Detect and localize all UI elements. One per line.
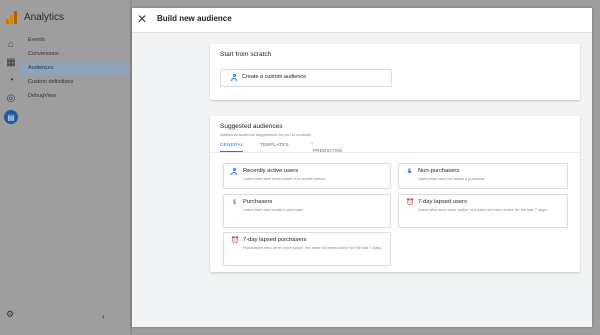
- suggestion-description: Users that have been active in a recent …: [243, 176, 325, 181]
- no-dollar-icon: $: [407, 168, 412, 175]
- suggestion-7-day-lapsed-purchasers[interactable]: ⏰ 7-day lapsed purchasers Purchasers who…: [223, 232, 391, 266]
- tab-templates[interactable]: TEMPLATES: [260, 142, 289, 152]
- nav-item-conversions[interactable]: Conversions: [22, 48, 132, 61]
- tab-general[interactable]: GENERAL: [220, 142, 244, 153]
- suggestion-recently-active-users[interactable]: Recently active users Users that have be…: [223, 163, 391, 189]
- start-from-scratch-card: Start from scratch Create a custom audie…: [210, 44, 580, 100]
- nav-item-debugview[interactable]: DebugView: [22, 90, 132, 103]
- suggested-audiences-card: Suggested audiences Additional audience …: [210, 116, 580, 272]
- tab-predictive[interactable]: ⚚ PREDICTIVE: [310, 142, 343, 153]
- sheet-header: ✕ Build new audience: [132, 8, 592, 33]
- tabs-divider: [210, 152, 580, 153]
- suggestion-description: Users that have made a purchase: [243, 207, 304, 212]
- suggestion-title: Recently active users: [243, 168, 299, 174]
- home-icon[interactable]: ⌂: [5, 38, 17, 50]
- nav-item-audiences[interactable]: Audiences: [22, 62, 132, 75]
- app-name: Analytics: [24, 11, 65, 23]
- create-custom-audience-button[interactable]: Create a custom audience: [220, 69, 392, 87]
- suggestion-7-day-lapsed-users[interactable]: ⏰ 7-day lapsed users Users who were once…: [398, 194, 568, 228]
- suggestion-title: Non-purchasers: [418, 168, 460, 174]
- person-icon: [231, 74, 237, 81]
- dollar-icon: $: [232, 199, 237, 206]
- advertising-icon[interactable]: ◎: [5, 92, 17, 104]
- suggestion-title: 7-day lapsed purchasers: [243, 237, 307, 243]
- configure-icon[interactable]: ▤: [4, 110, 18, 124]
- suggestion-description: Purchasers who were once active, but hav…: [243, 245, 383, 250]
- create-custom-audience-label: Create a custom audience: [242, 74, 307, 80]
- analytics-bars-icon: [6, 10, 20, 24]
- suggestion-description: Users who were once active, but have not…: [418, 207, 548, 212]
- close-icon[interactable]: ✕: [137, 12, 149, 26]
- suggestion-non-purchasers[interactable]: $ Non-purchasers Users that have not mad…: [398, 163, 568, 189]
- nav-item-events[interactable]: Events: [22, 34, 132, 47]
- person-icon: [231, 168, 238, 176]
- explore-icon[interactable]: ◔: [5, 74, 17, 86]
- suggestion-description: Users that have not made a purchase: [418, 176, 485, 181]
- sheet-title: Build new audience: [157, 14, 232, 23]
- nav-item-custom-definitions[interactable]: Custom definitions: [22, 76, 132, 89]
- icon-rail: ⌂ ▦ ◔ ◎ ▤: [0, 30, 22, 335]
- configure-nav: Events Conversions Audiences Custom defi…: [22, 34, 132, 104]
- alarm-icon: ⏰: [406, 199, 415, 206]
- gear-icon[interactable]: ⚙: [6, 309, 14, 320]
- chevron-left-icon[interactable]: ‹: [102, 312, 105, 321]
- suggestion-title: 7-day lapsed users: [418, 199, 467, 205]
- suggested-heading: Suggested audiences: [220, 123, 283, 130]
- scratch-heading: Start from scratch: [220, 51, 272, 58]
- alarm-icon: ⏰: [231, 237, 240, 244]
- suggestion-title: Purchasers: [243, 199, 273, 205]
- suggested-subheading: Additional audience suggestions for you …: [220, 132, 312, 137]
- magic-wand-icon: ⚚: [310, 142, 315, 147]
- reports-icon[interactable]: ▦: [5, 56, 17, 68]
- tab-templates-label: TEMPLATES: [260, 142, 289, 147]
- suggestion-purchasers[interactable]: $ Purchasers Users that have made a purc…: [223, 194, 391, 228]
- build-audience-sheet: ✕ Build new audience Start from scratch …: [132, 8, 592, 327]
- tab-general-label: GENERAL: [220, 142, 244, 147]
- analytics-logo: Analytics: [6, 8, 130, 26]
